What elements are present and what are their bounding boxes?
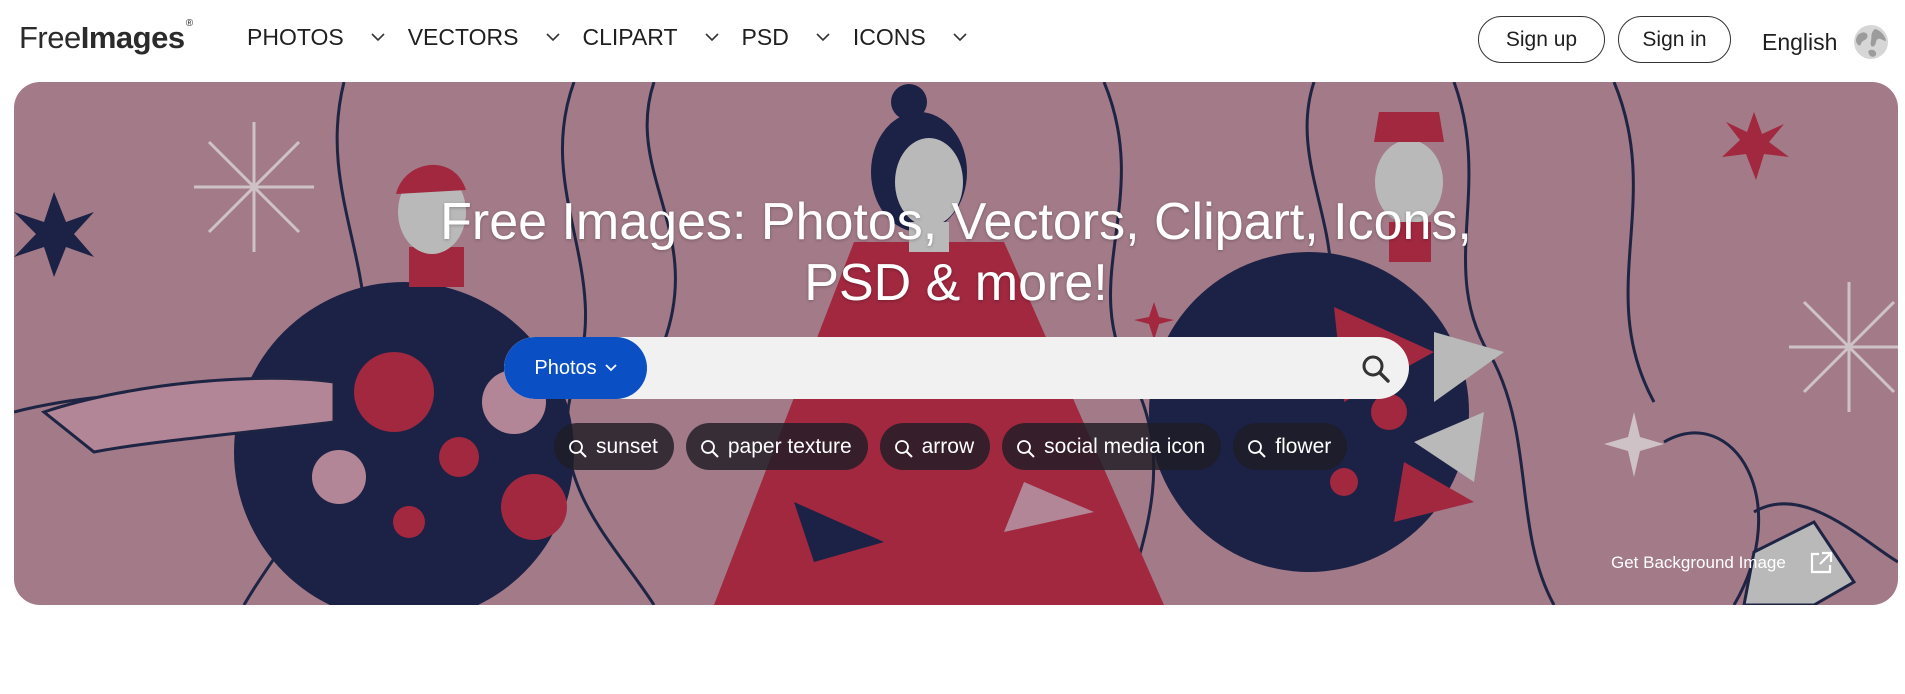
get-background-image-link[interactable]: Get Background Image xyxy=(1611,550,1834,576)
language-selector[interactable]: English xyxy=(1762,24,1889,60)
search-icon xyxy=(894,439,913,458)
nav-item-vectors[interactable]: VECTORS xyxy=(408,24,561,51)
nav-item-psd[interactable]: PSD xyxy=(742,24,831,51)
tag-label: sunset xyxy=(596,434,658,458)
hero-title-line-2: PSD & more! xyxy=(804,254,1108,312)
nav-item-label: ICONS xyxy=(852,24,926,50)
nav-item-label: PSD xyxy=(741,24,789,50)
tag-arrow[interactable]: arrow xyxy=(879,423,991,470)
tag-label: social media icon xyxy=(1044,434,1206,458)
search-icon[interactable] xyxy=(1361,354,1391,384)
logo-text-images: Images xyxy=(80,20,185,55)
popular-tags: sunset paper texture arrow social media … xyxy=(554,423,1359,470)
logo-text-free: Free xyxy=(19,20,81,55)
hero-banner: Free Images: Photos, Vectors, Clipart, I… xyxy=(14,82,1898,605)
search-category-label: Photos xyxy=(534,356,597,379)
globe-icon xyxy=(1854,25,1889,59)
header: FreeImages ® PHOTOS VECTORS CLIPART PSD … xyxy=(0,0,1905,80)
search-icon xyxy=(1248,439,1266,458)
chevron-down-icon[interactable] xyxy=(815,30,831,46)
chevron-down-icon xyxy=(604,364,617,372)
tag-flower[interactable]: flower xyxy=(1233,423,1348,470)
logo[interactable]: FreeImages ® xyxy=(19,18,193,56)
chevron-down-icon[interactable] xyxy=(952,30,968,46)
search-category-dropdown[interactable]: Photos xyxy=(504,337,647,399)
tag-paper-texture[interactable]: paper texture xyxy=(685,423,868,470)
nav-item-label: CLIPART xyxy=(582,24,678,50)
nav-item-label: PHOTOS xyxy=(247,24,344,50)
hero-title: Free Images: Photos, Vectors, Clipart, I… xyxy=(14,192,1898,314)
tag-label: flower xyxy=(1275,434,1332,458)
search-icon xyxy=(1017,439,1035,458)
tag-label: paper texture xyxy=(727,434,852,458)
language-label: English xyxy=(1762,28,1838,55)
sign-in-button[interactable]: Sign in xyxy=(1618,16,1731,63)
tag-social-media-icon[interactable]: social media icon xyxy=(1002,423,1222,470)
logo-registered-mark: ® xyxy=(185,18,193,29)
search-input[interactable] xyxy=(654,337,1338,399)
search-bar: Photos xyxy=(504,337,1409,399)
chevron-down-icon[interactable] xyxy=(704,30,720,46)
get-background-image-label: Get Background Image xyxy=(1611,553,1786,572)
chevron-down-icon[interactable] xyxy=(545,30,561,46)
nav-item-icons[interactable]: ICONS xyxy=(853,24,968,51)
search-icon xyxy=(569,439,587,458)
main-nav: PHOTOS VECTORS CLIPART PSD ICONS xyxy=(247,24,990,51)
nav-item-label: VECTORS xyxy=(407,24,519,50)
nav-item-photos[interactable]: PHOTOS xyxy=(247,24,386,51)
search-icon xyxy=(700,439,719,458)
external-link-icon xyxy=(1810,551,1832,574)
tag-label: arrow xyxy=(921,434,975,458)
nav-item-clipart[interactable]: CLIPART xyxy=(583,24,720,51)
chevron-down-icon[interactable] xyxy=(370,30,386,46)
hero-title-line-1: Free Images: Photos, Vectors, Clipart, I… xyxy=(440,193,1472,251)
sign-up-button[interactable]: Sign up xyxy=(1478,16,1605,63)
tag-sunset[interactable]: sunset xyxy=(554,423,674,470)
